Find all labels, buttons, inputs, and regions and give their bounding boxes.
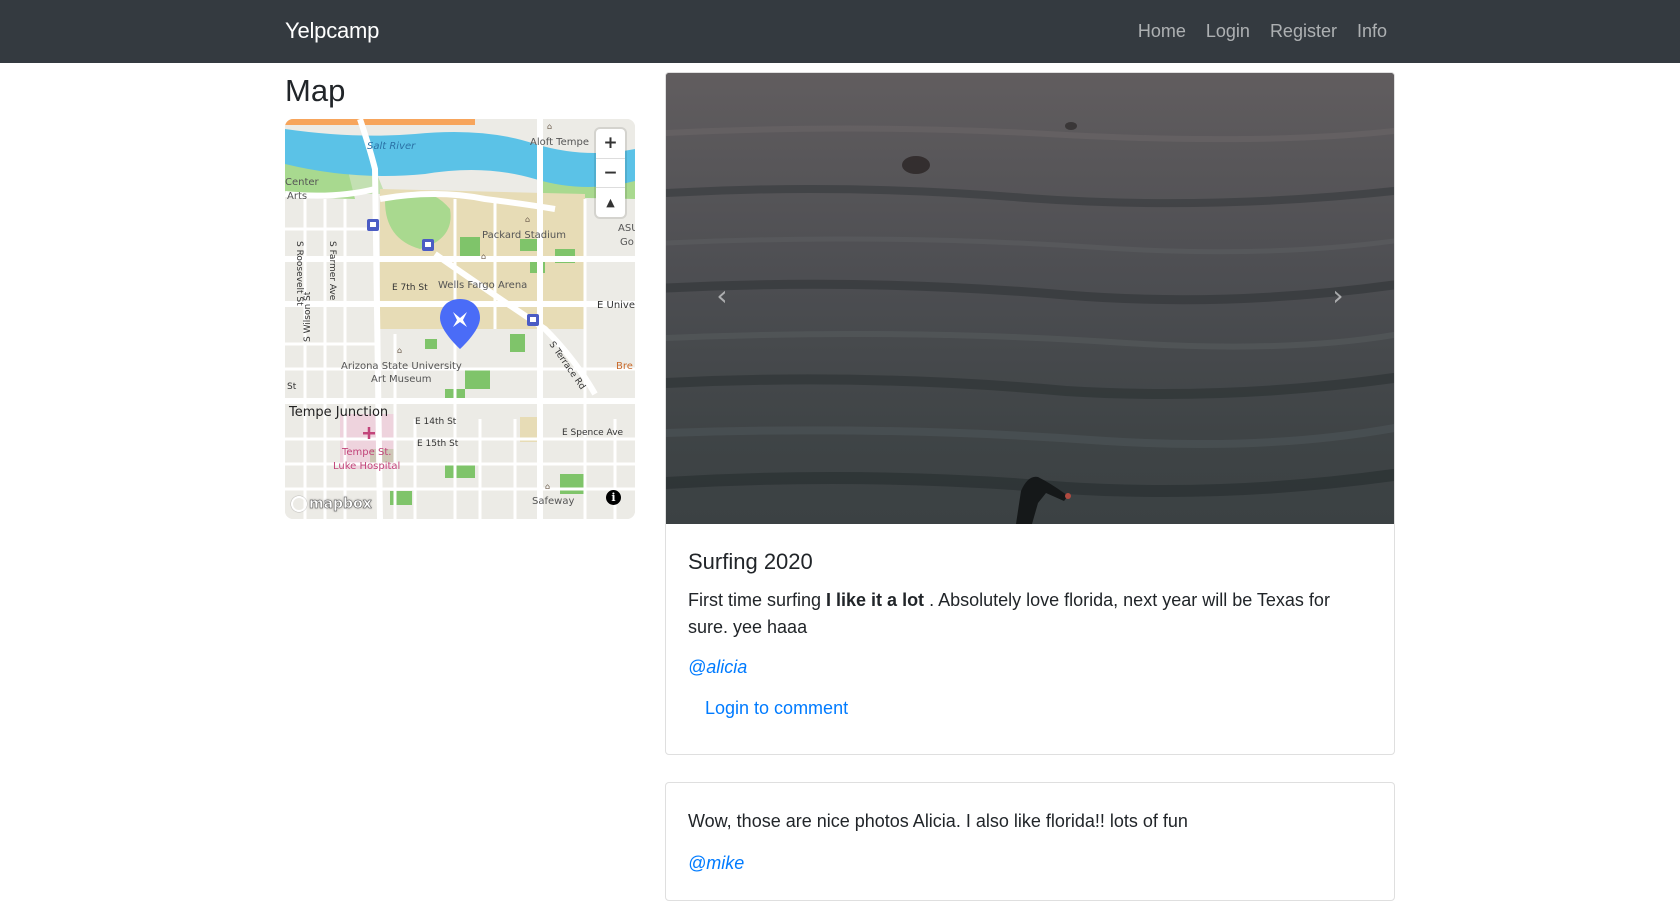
map-label-hospital-1: Tempe St. bbox=[341, 447, 391, 458]
map-label-e7th: E 7th St bbox=[392, 283, 428, 293]
map-label-asu-2: Go bbox=[620, 237, 634, 248]
nav-link-register[interactable]: Register bbox=[1270, 21, 1337, 42]
nav-link-home[interactable]: Home bbox=[1138, 21, 1186, 42]
map-label-e-univ: E Unive bbox=[597, 300, 635, 311]
post-author-link[interactable]: @alicia bbox=[688, 657, 1372, 678]
navbar: Yelpcamp Home Login Register Info bbox=[0, 0, 1680, 63]
map-label-museum-1: Arizona State University bbox=[341, 361, 462, 372]
nav-link-login[interactable]: Login bbox=[1206, 21, 1250, 42]
map-label-e15th: E 15th St bbox=[417, 439, 459, 449]
map-label-farmer: S Farmer Ave bbox=[327, 241, 337, 301]
map-label-stadium: Packard Stadium bbox=[482, 230, 566, 241]
map-label-asu-1: ASU bbox=[618, 223, 635, 234]
map-navigation-control: + − ▲ bbox=[596, 129, 625, 217]
zoom-out-button[interactable]: − bbox=[596, 157, 625, 188]
login-to-comment-link[interactable]: Login to comment bbox=[705, 698, 1372, 719]
map-label-hospital-2: Luke Hospital bbox=[333, 461, 400, 472]
map-label-arena: Wells Fargo Arena bbox=[438, 280, 527, 291]
svg-text:⌂: ⌂ bbox=[547, 122, 552, 131]
svg-text:⌂: ⌂ bbox=[525, 215, 530, 224]
svg-text:⌂: ⌂ bbox=[397, 346, 402, 355]
carousel-image bbox=[666, 73, 1394, 524]
map-label-museum-2: Art Museum bbox=[371, 374, 431, 385]
map-label-safeway: Safeway bbox=[532, 496, 574, 507]
map-label-st: St bbox=[287, 382, 297, 392]
post-text-bold: I like it a lot bbox=[826, 590, 925, 610]
comment-card: Wow, those are nice photos Alicia. I als… bbox=[665, 782, 1395, 901]
post-body: Surfing 2020 First time surfing I like i… bbox=[666, 524, 1394, 741]
map-canvas[interactable]: ⌂ ⌂ ⌂ ⌂ ⌂ Salt River Aloft Tempe Center … bbox=[285, 119, 635, 519]
map[interactable]: ⌂ ⌂ ⌂ ⌂ ⌂ Salt River Aloft Tempe Center … bbox=[285, 119, 635, 519]
map-label-bre: Bre bbox=[616, 361, 633, 372]
map-info-icon[interactable]: i bbox=[606, 490, 621, 505]
image-carousel: ‹ › bbox=[666, 73, 1394, 524]
comment-author-link[interactable]: @mike bbox=[688, 853, 1372, 874]
chevron-right-icon: › bbox=[1332, 278, 1344, 312]
map-label-e14th: E 14th St bbox=[415, 417, 457, 427]
map-label-center-arts-2: Arts bbox=[287, 191, 307, 202]
comment-text: Wow, those are nice photos Alicia. I als… bbox=[688, 811, 1188, 831]
post-text-start: First time surfing bbox=[688, 590, 827, 610]
chevron-left-icon: ‹ bbox=[716, 278, 728, 312]
carousel-prev-button[interactable]: ‹ bbox=[692, 265, 752, 325]
mapbox-logo-text: mapbox bbox=[309, 496, 372, 513]
map-title: Map bbox=[285, 73, 346, 108]
post-card: ‹ › Surfing 2020 First time surfing I li… bbox=[665, 72, 1395, 755]
comment-body: Wow, those are nice photos Alicia. I als… bbox=[666, 783, 1394, 899]
nav-link-info[interactable]: Info bbox=[1357, 21, 1387, 42]
map-label-spence: E Spence Ave bbox=[562, 428, 624, 438]
map-label-wilson: S Wilson St bbox=[303, 291, 313, 342]
map-label-junction: Tempe Junction bbox=[288, 405, 388, 420]
map-label-aloft: Aloft Tempe bbox=[530, 137, 589, 148]
brand-link[interactable]: Yelpcamp bbox=[285, 18, 379, 44]
zoom-in-button[interactable]: + bbox=[596, 129, 625, 158]
nav-links: Home Login Register Info bbox=[1138, 21, 1387, 42]
post-text: First time surfing I like it a lot . Abs… bbox=[688, 587, 1358, 641]
svg-text:⌂: ⌂ bbox=[545, 482, 550, 491]
svg-text:⌂: ⌂ bbox=[481, 252, 486, 261]
mapbox-logo[interactable]: mapbox bbox=[291, 496, 372, 512]
map-label-center-arts-1: Center bbox=[285, 177, 320, 188]
carousel-next-button[interactable]: › bbox=[1308, 265, 1368, 325]
post-title: Surfing 2020 bbox=[688, 549, 813, 574]
mapbox-logo-icon bbox=[291, 496, 307, 512]
compass-button[interactable]: ▲ bbox=[596, 187, 625, 217]
map-label-river: Salt River bbox=[367, 141, 416, 152]
